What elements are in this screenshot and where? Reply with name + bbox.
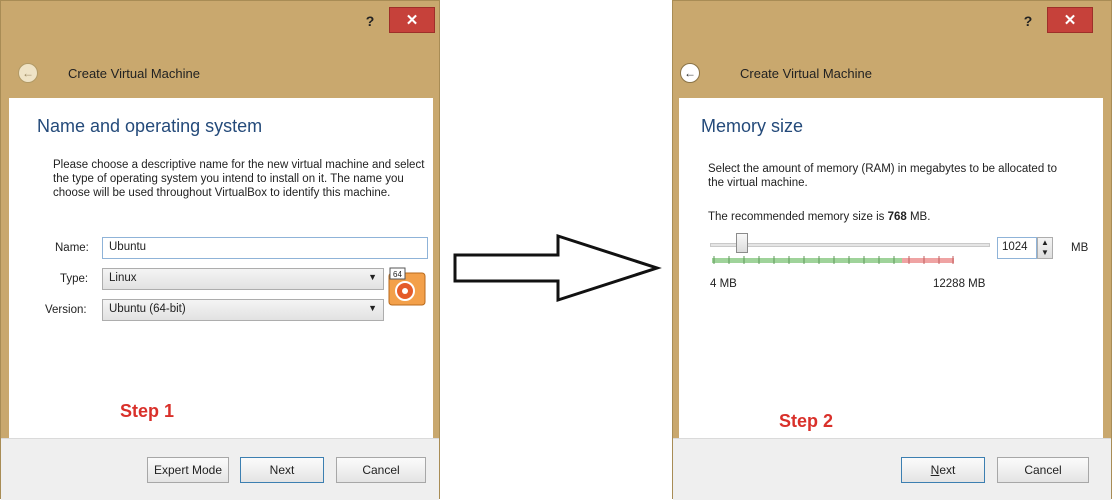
close-button[interactable]: ✕ xyxy=(389,7,435,33)
version-select[interactable]: Ubuntu (64-bit) ▼ xyxy=(102,299,384,321)
section-title: Memory size xyxy=(701,116,804,136)
nav-row: ← Create Virtual Machine xyxy=(1,53,439,93)
version-select-value: Ubuntu (64-bit) xyxy=(109,303,186,315)
recommended-text: The recommended memory size is 768 MB. xyxy=(708,210,1068,224)
type-label: Type: xyxy=(60,273,89,285)
memory-slider-scale xyxy=(712,256,954,264)
memory-slider-track[interactable] xyxy=(710,243,990,247)
content-panel: Name and operating system Please choose … xyxy=(9,98,433,438)
version-label: Version: xyxy=(45,304,87,316)
memory-size-input[interactable]: 1024 xyxy=(997,237,1037,259)
name-input[interactable]: Ubuntu xyxy=(102,237,428,259)
memory-slider-handle[interactable] xyxy=(736,233,748,253)
help-button[interactable]: ? xyxy=(357,9,383,33)
next-label-rest: ext xyxy=(939,463,956,477)
title-bar: ? ✕ xyxy=(1,1,439,45)
ubuntu-os-icon: 64 xyxy=(388,267,426,306)
cancel-button[interactable]: Cancel xyxy=(997,457,1089,483)
recommended-value: 768 xyxy=(887,211,907,223)
recommended-suffix: MB. xyxy=(906,211,931,223)
cancel-button[interactable]: Cancel xyxy=(336,457,426,483)
back-arrow-icon[interactable]: ← xyxy=(18,63,38,83)
create-vm-dialog-step1: ? ✕ ← Create Virtual Machine Name and op… xyxy=(0,0,440,500)
back-arrow-icon[interactable]: ← xyxy=(680,63,700,83)
type-select[interactable]: Linux ▼ xyxy=(102,268,384,290)
name-label: Name: xyxy=(55,242,89,254)
nav-row: ← Create Virtual Machine xyxy=(673,53,1111,93)
os-icon-badge: 64 xyxy=(393,270,402,279)
slider-max-label: 12288 MB xyxy=(933,278,986,290)
dialog-title: Create Virtual Machine xyxy=(740,66,872,81)
next-button[interactable]: Next xyxy=(240,457,324,483)
create-vm-dialog-step2: ? ✕ ← Create Virtual Machine Memory size… xyxy=(672,0,1112,500)
memory-spinner[interactable]: ▲ ▼ xyxy=(1037,237,1053,259)
chevron-down-icon: ▼ xyxy=(368,272,377,282)
content-panel: Memory size Select the amount of memory … xyxy=(679,98,1103,438)
next-button[interactable]: Next xyxy=(901,457,985,483)
step-label: Step 2 xyxy=(779,411,834,431)
step-label: Step 1 xyxy=(120,401,175,421)
description-text: Select the amount of memory (RAM) in meg… xyxy=(708,163,1057,189)
recommended-prefix: The recommended memory size is xyxy=(708,211,888,223)
title-bar: ? ✕ xyxy=(673,1,1111,45)
chevron-down-icon: ▼ xyxy=(368,303,377,313)
help-button[interactable]: ? xyxy=(1015,9,1041,33)
close-button[interactable]: ✕ xyxy=(1047,7,1093,33)
slider-min-label: 4 MB xyxy=(710,278,737,290)
button-bar: Expert Mode Next Cancel xyxy=(1,438,439,500)
section-title: Name and operating system xyxy=(37,116,263,136)
dialog-title: Create Virtual Machine xyxy=(68,66,200,81)
description-text: Please choose a descriptive name for the… xyxy=(53,159,425,199)
expert-mode-button[interactable]: Expert Mode xyxy=(147,457,229,483)
memory-unit-label: MB xyxy=(1071,242,1089,254)
button-bar: Next Cancel xyxy=(673,438,1111,500)
right-arrow-icon xyxy=(453,233,662,303)
type-select-value: Linux xyxy=(109,272,137,284)
